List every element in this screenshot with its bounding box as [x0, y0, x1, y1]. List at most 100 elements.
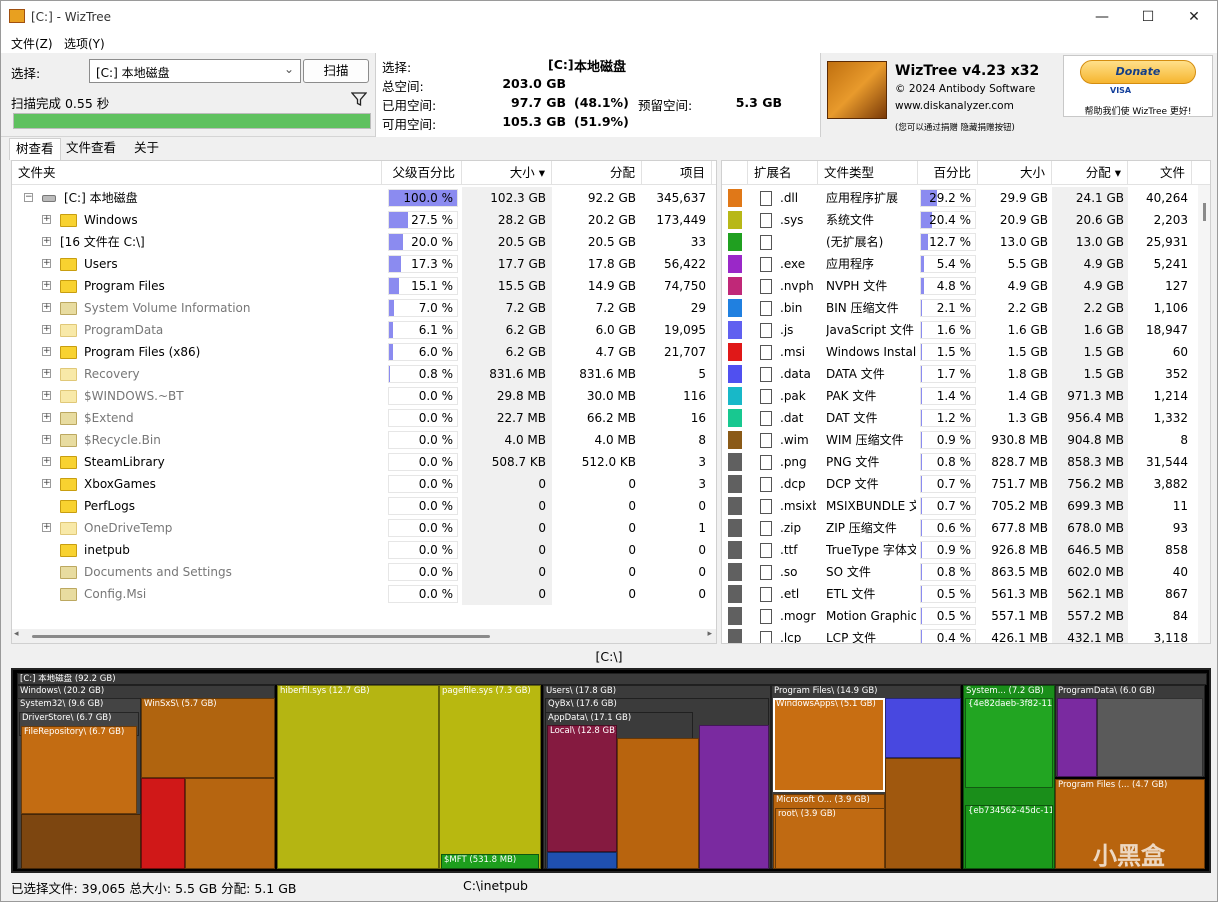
table-row[interactable]: .zip ZIP 压缩文件 0.6 % 677.8 MB 678.0 MB 93 [722, 517, 1210, 539]
table-row[interactable]: + SteamLibrary 0.0 % 508.7 KB 512.0 KB 3 [12, 451, 716, 473]
table-row[interactable]: + Program Files (x86) 6.0 % 6.2 GB 4.7 GB 21,… [12, 341, 716, 363]
treemap[interactable]: [C:] 本地磁盘 (92.2 GB) Windows\ (20.2 GB) Sys… [11, 668, 1211, 873]
close-button[interactable]: ✕ [1171, 1, 1217, 33]
donate-button[interactable]: Donate [1080, 60, 1196, 84]
table-row[interactable]: .nvph NVPH 文件 4.8 % 4.9 GB 4.9 GB 127 [722, 275, 1210, 297]
treemap-block[interactable]: $MFT (531.8 MB) [441, 854, 539, 869]
treemap-block[interactable]: [C:] 本地磁盘 (92.2 GB) [17, 673, 1207, 685]
col-allocated[interactable]: 分配 [552, 161, 642, 185]
col-folder[interactable]: 文件夹 [12, 161, 382, 185]
treemap-block[interactable]: hiberfil.sys (12.7 GB) [277, 685, 439, 869]
table-row[interactable]: + Recovery 0.8 % 831.6 MB 831.6 MB 5 [12, 363, 716, 385]
table-row[interactable]: Config.Msi 0.0 % 0 0 0 [12, 583, 716, 605]
table-row[interactable]: + $Recycle.Bin 0.0 % 4.0 MB 4.0 MB 8 [12, 429, 716, 451]
expand-toggle-icon[interactable]: + [42, 303, 51, 312]
table-row[interactable]: + XboxGames 0.0 % 0 0 3 [12, 473, 716, 495]
table-row[interactable]: .data DATA 文件 1.7 % 1.8 GB 1.5 GB 352 [722, 363, 1210, 385]
col-size[interactable]: 大小 ▾ [462, 161, 552, 185]
ext-vertical-scrollbar[interactable] [1198, 185, 1210, 643]
treemap-block[interactable]: root\ (3.9 GB) [775, 808, 885, 869]
table-row[interactable]: + OneDriveTemp 0.0 % 0 0 1 [12, 517, 716, 539]
table-row[interactable]: .so SO 文件 0.8 % 863.5 MB 602.0 MB 40 [722, 561, 1210, 583]
expand-toggle-icon[interactable]: + [42, 457, 51, 466]
scan-button[interactable]: 扫描 [303, 59, 369, 83]
table-row[interactable]: .js JavaScript 文件 1.6 % 1.6 GB 1.6 GB 18,947 [722, 319, 1210, 341]
table-row[interactable]: (无扩展名) 12.7 % 13.0 GB 13.0 GB 25,931 [722, 231, 1210, 253]
tab-tree-view[interactable]: 树查看 [9, 138, 61, 160]
table-row[interactable]: − [C:] 本地磁盘 100.0 % 102.3 GB 92.2 GB 345,637 [12, 187, 716, 209]
col-file-type[interactable]: 文件类型 [818, 161, 918, 185]
table-row[interactable]: .dat DAT 文件 1.2 % 1.3 GB 956.4 MB 1,332 [722, 407, 1210, 429]
expand-toggle-icon[interactable]: + [42, 325, 51, 334]
expand-toggle-icon[interactable]: + [42, 479, 51, 488]
title-bar[interactable]: [C:] - WizTree — ☐ ✕ [1, 1, 1217, 33]
drive-select[interactable]: [C:] 本地磁盘 ⌄ [89, 59, 301, 83]
expand-toggle-icon[interactable]: + [42, 369, 51, 378]
maximize-button[interactable]: ☐ [1125, 1, 1171, 33]
filter-icon[interactable] [351, 91, 367, 107]
expand-toggle-icon[interactable]: + [42, 435, 51, 444]
treemap-block[interactable]: WinSxS\ (5.7 GB) [141, 698, 275, 778]
table-row[interactable]: + $Extend 0.0 % 22.7 MB 66.2 MB 16 [12, 407, 716, 429]
table-row[interactable]: + [16 文件在 C:\] 20.0 % 20.5 GB 20.5 GB 33 [12, 231, 716, 253]
table-row[interactable]: .dcp DCP 文件 0.7 % 751.7 MB 756.2 MB 3,882 [722, 473, 1210, 495]
expand-toggle-icon[interactable]: + [42, 259, 51, 268]
treemap-block[interactable] [1097, 698, 1203, 777]
table-row[interactable]: .exe 应用程序 5.4 % 5.5 GB 4.9 GB 5,241 [722, 253, 1210, 275]
table-row[interactable]: .etl ETL 文件 0.5 % 561.3 MB 562.1 MB 867 [722, 583, 1210, 605]
expand-toggle-icon[interactable]: + [42, 413, 51, 422]
table-row[interactable]: .bin BIN 压缩文件 2.1 % 2.2 GB 2.2 GB 1,106 [722, 297, 1210, 319]
table-row[interactable]: + Users 17.3 % 17.7 GB 17.8 GB 56,422 [12, 253, 716, 275]
tab-about[interactable]: 关于 [128, 138, 165, 160]
minimize-button[interactable]: — [1079, 1, 1125, 33]
table-row[interactable]: .mogrt Motion Graphics 0.5 % 557.1 MB 557.2 … [722, 605, 1210, 627]
expand-toggle-icon[interactable]: − [24, 193, 33, 202]
expand-toggle-icon[interactable]: + [42, 237, 51, 246]
table-row[interactable]: + System Volume Information 7.0 % 7.2 GB 7.2… [12, 297, 716, 319]
table-row[interactable]: + Windows 27.5 % 28.2 GB 20.2 GB 173,449 [12, 209, 716, 231]
treemap-block[interactable] [885, 758, 961, 869]
scroll-left-icon[interactable]: ◂ [14, 629, 19, 639]
table-row[interactable]: + Program Files 15.1 % 15.5 GB 14.9 GB 74,750 [12, 275, 716, 297]
table-row[interactable]: .sys 系统文件 20.4 % 20.9 GB 20.6 GB 2,203 [722, 209, 1210, 231]
scroll-right-icon[interactable]: ▸ [707, 629, 712, 639]
treemap-block[interactable] [141, 778, 185, 869]
treemap-block[interactable] [21, 814, 141, 869]
table-row[interactable]: .png PNG 文件 0.8 % 828.7 MB 858.3 MB 31,544 [722, 451, 1210, 473]
table-row[interactable]: .msixbundle MSIXBUNDLE 文 0.7 % 705.2 MB 699.… [722, 495, 1210, 517]
menu-options[interactable]: 选项(Y) [64, 35, 105, 52]
treemap-block[interactable] [617, 738, 699, 869]
menu-file[interactable]: 文件(Z) [11, 35, 53, 52]
table-row[interactable]: .ttf TrueType 字体文 0.9 % 926.8 MB 646.5 MB 858 [722, 539, 1210, 561]
col-ext-size[interactable]: 大小 [978, 161, 1052, 185]
col-percent[interactable]: 百分比 [918, 161, 978, 185]
treemap-block[interactable] [885, 698, 961, 758]
col-items[interactable]: 项目 [642, 161, 712, 185]
tab-file-view[interactable]: 文件查看 [60, 138, 122, 160]
table-row[interactable]: .dll 应用程序扩展 29.2 % 29.9 GB 24.1 GB 40,264 [722, 187, 1210, 209]
col-parent-percent[interactable]: 父级百分比 [382, 161, 462, 185]
col-extension[interactable]: 扩展名 [748, 161, 818, 185]
col-ext-allocated[interactable]: 分配 ▾ [1052, 161, 1128, 185]
scroll-thumb[interactable] [32, 635, 490, 638]
treemap-block[interactable]: Local\ (12.8 GB) [547, 725, 617, 852]
treemap-block[interactable] [185, 778, 275, 869]
treemap-block[interactable]: pagefile.sys (7.3 GB) [439, 685, 541, 869]
treemap-block[interactable]: {4e82daeb-3f82-11f (4.6 GB) [965, 698, 1053, 788]
table-row[interactable]: Documents and Settings 0.0 % 0 0 0 [12, 561, 716, 583]
col-files[interactable]: 文件 [1128, 161, 1192, 185]
expand-toggle-icon[interactable]: + [42, 215, 51, 224]
table-row[interactable]: + ProgramData 6.1 % 6.2 GB 6.0 GB 19,095 [12, 319, 716, 341]
expand-toggle-icon[interactable]: + [42, 523, 51, 532]
table-row[interactable]: .lcp LCP 文件 0.4 % 426.1 MB 432.1 MB 3,118 [722, 627, 1210, 643]
table-row[interactable]: + $WINDOWS.~BT 0.0 % 29.8 MB 30.0 MB 116 [12, 385, 716, 407]
table-row[interactable]: .pak PAK 文件 1.4 % 1.4 GB 971.3 MB 1,214 [722, 385, 1210, 407]
tree-horizontal-scrollbar[interactable]: ◂ ▸ [12, 629, 716, 643]
table-row[interactable]: .msi Windows Installe 1.5 % 1.5 GB 1.5 GB 60 [722, 341, 1210, 363]
scroll-thumb[interactable] [1203, 203, 1206, 221]
table-row[interactable]: PerfLogs 0.0 % 0 0 0 [12, 495, 716, 517]
brand-url[interactable]: www.diskanalyzer.com [895, 100, 1014, 112]
treemap-block[interactable]: FileRepository\ (6.7 GB) [21, 726, 137, 814]
treemap-block[interactable] [1057, 698, 1097, 777]
treemap-block[interactable] [699, 725, 769, 869]
